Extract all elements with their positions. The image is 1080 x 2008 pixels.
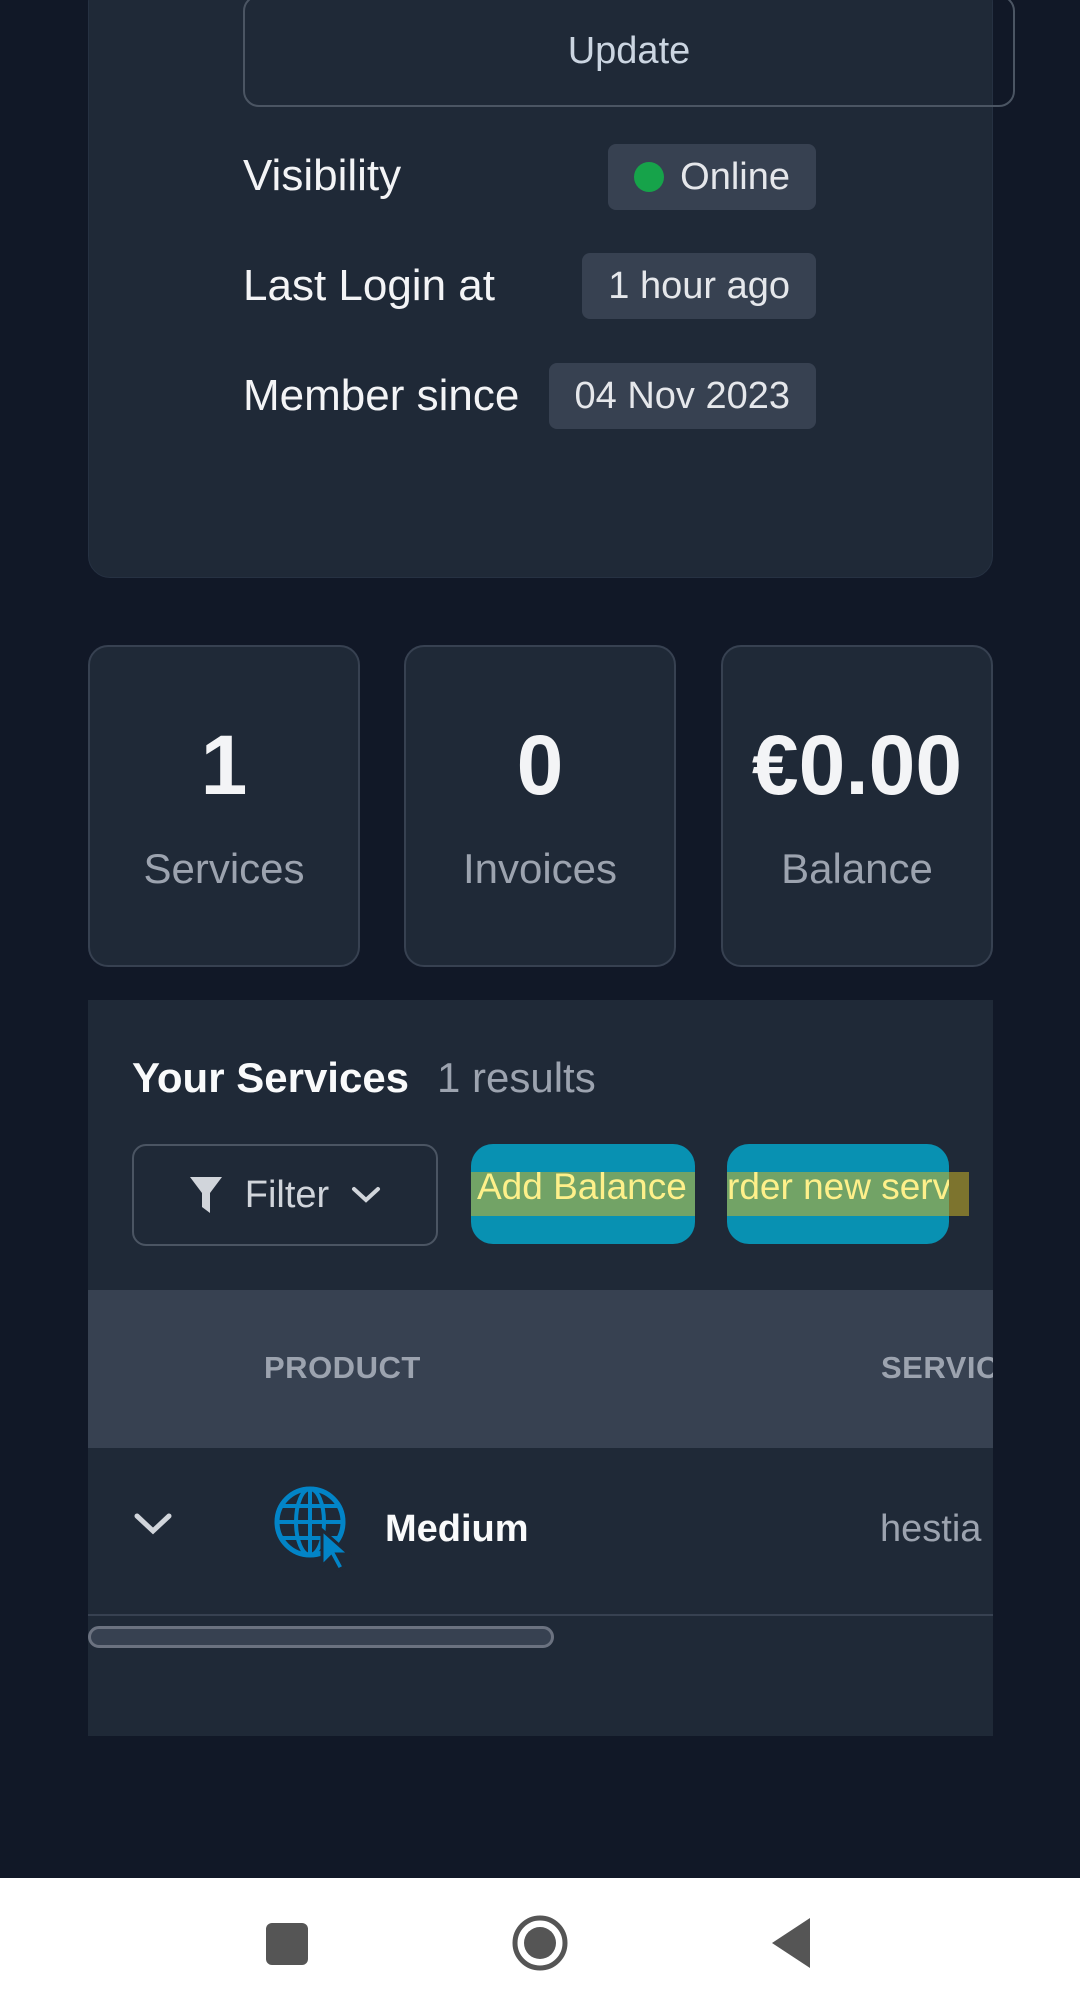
table-row[interactable]: Medium hestia xyxy=(88,1448,993,1616)
stat-value: 0 xyxy=(516,718,564,812)
member-since-label: Member since xyxy=(243,371,520,420)
stat-value: €0.00 xyxy=(751,718,963,812)
home-circle-icon[interactable] xyxy=(510,1908,570,1978)
column-header-service[interactable]: SERVIC xyxy=(881,1350,993,1386)
update-button[interactable]: Update xyxy=(243,0,1015,107)
horizontal-scrollbar[interactable] xyxy=(88,1626,554,1648)
chevron-down-icon xyxy=(352,1187,381,1203)
text-highlight-overflow xyxy=(949,1172,969,1216)
last-login-label: Last Login at xyxy=(243,261,495,310)
stat-card-invoices[interactable]: 0 Invoices xyxy=(404,645,676,967)
globe-cursor-icon xyxy=(274,1486,352,1572)
order-new-service-button[interactable]: rder new serv xyxy=(727,1144,949,1244)
add-balance-button[interactable]: Add Balance xyxy=(471,1144,695,1244)
stat-label: Invoices xyxy=(462,845,618,892)
member-since-badge: 04 Nov 2023 xyxy=(548,363,816,429)
add-balance-label: Add Balance xyxy=(477,1166,687,1207)
order-new-service-label: rder new serv xyxy=(727,1166,949,1207)
back-triangle-icon[interactable] xyxy=(768,1908,816,1978)
stat-label: Balance xyxy=(781,845,933,892)
stat-card-services[interactable]: 1 Services xyxy=(88,645,360,967)
visibility-status-badge: Online xyxy=(608,144,816,210)
stat-value: 1 xyxy=(200,718,248,812)
stat-label: Services xyxy=(143,845,305,892)
product-name[interactable]: Medium xyxy=(385,1508,529,1551)
visibility-label: Visibility xyxy=(243,151,402,200)
filter-funnel-icon xyxy=(189,1177,222,1213)
last-login-badge: 1 hour ago xyxy=(582,253,816,319)
column-header-product[interactable]: PRODUCT xyxy=(264,1350,421,1386)
results-count: 1 results xyxy=(437,1054,596,1101)
expand-chevron-icon[interactable] xyxy=(132,1510,174,1538)
filter-label: Filter xyxy=(244,1173,330,1216)
system-nav-bar xyxy=(0,1878,1080,2008)
filter-button[interactable]: Filter xyxy=(132,1144,438,1246)
services-panel: Your Services 1 results Filter Add Balan… xyxy=(88,1000,993,1736)
online-status-dot xyxy=(634,162,665,192)
service-name: hestia xyxy=(880,1508,982,1550)
services-title: Your Services xyxy=(132,1054,410,1101)
recents-square-icon[interactable] xyxy=(264,1908,312,1978)
table-header: PRODUCT SERVIC xyxy=(88,1290,993,1448)
page: Update Visibility Online Last Login at 1… xyxy=(0,0,1080,2008)
stat-card-balance[interactable]: €0.00 Balance xyxy=(721,645,993,967)
profile-card: Update Visibility Online Last Login at 1… xyxy=(88,0,1015,578)
visibility-value: Online xyxy=(680,155,790,198)
